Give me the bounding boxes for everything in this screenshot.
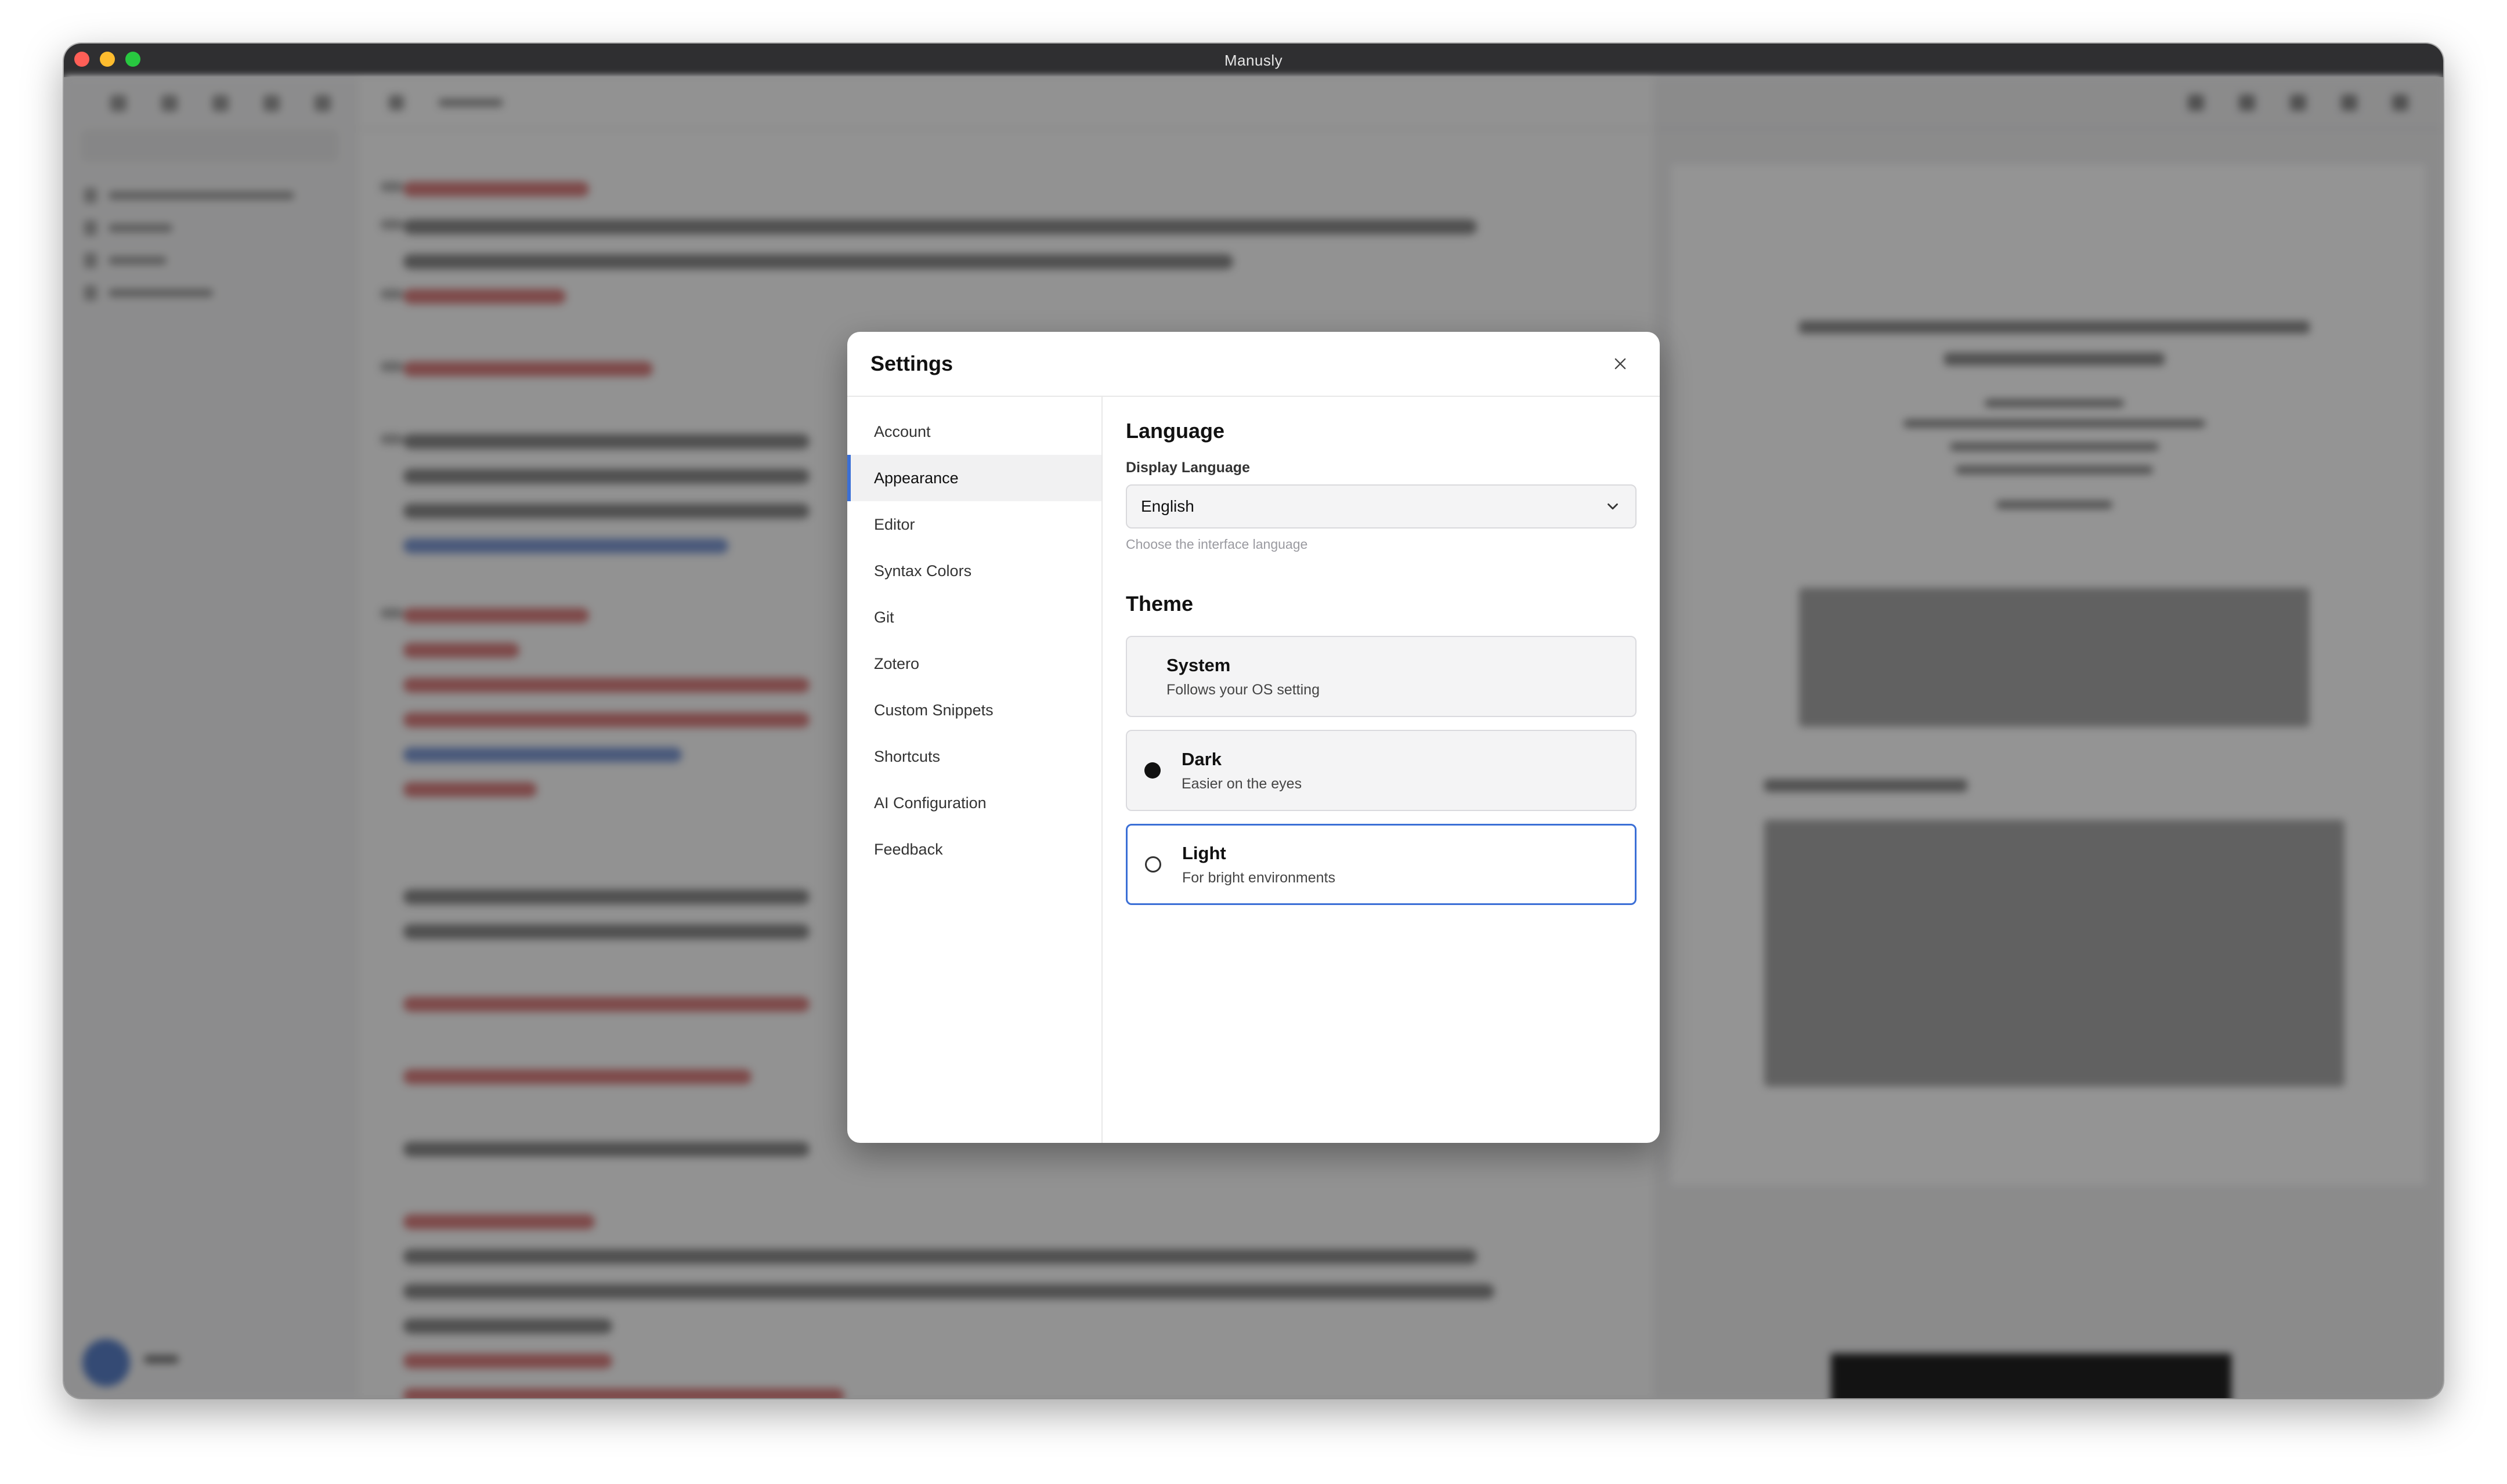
display-language-value: English [1141,497,1194,515]
theme-section-title: Theme [1126,592,1194,616]
settings-header: Settings [847,332,1660,397]
nav-item-appearance[interactable]: Appearance [847,455,1101,501]
nav-item-git[interactable]: Git [847,594,1101,640]
window-minimize-button[interactable] [100,52,115,67]
theme-option-description: For bright environments [1182,869,1336,886]
display-language-label: Display Language [1126,459,1250,476]
theme-radio-dark [1144,762,1161,779]
chevron-down-icon [1607,503,1618,510]
theme-option-name: Dark [1182,748,1222,769]
window-controls [74,52,140,67]
theme-option-description: Easier on the eyes [1182,775,1302,792]
nav-item-custom-snippets[interactable]: Custom Snippets [847,687,1101,733]
display-language-select[interactable]: English [1126,484,1637,529]
window-title: Manusly [1224,51,1283,69]
theme-option-name: Light [1182,842,1226,863]
nav-item-syntax-colors[interactable]: Syntax Colors [847,548,1101,594]
nav-item-account[interactable]: Account [847,408,1101,455]
theme-option-light[interactable]: Light For bright environments [1126,824,1637,905]
title-bar: Manusly [64,44,2443,77]
settings-nav: Account Appearance Editor Syntax Colors … [847,397,1103,1143]
settings-dialog: Settings Account Appearance Editor Synta… [847,332,1660,1143]
settings-title: Settings [870,352,953,375]
close-button[interactable] [1604,348,1637,380]
nav-item-zotero[interactable]: Zotero [847,640,1101,687]
language-hint: Choose the interface language [1126,537,1308,552]
nav-item-shortcuts[interactable]: Shortcuts [847,733,1101,780]
nav-item-editor[interactable]: Editor [847,501,1101,548]
theme-option-name: System [1166,654,1231,675]
nav-item-ai-configuration[interactable]: AI Configuration [847,780,1101,826]
theme-option-description: Follows your OS setting [1166,681,1320,698]
theme-radio-light [1145,856,1161,873]
language-section-title: Language [1126,419,1225,443]
theme-option-dark[interactable]: Dark Easier on the eyes [1126,730,1637,811]
window-close-button[interactable] [74,52,89,67]
close-icon [1614,358,1626,370]
theme-option-system[interactable]: System Follows your OS setting [1126,636,1637,717]
nav-item-feedback[interactable]: Feedback [847,826,1101,873]
window-maximize-button[interactable] [125,52,140,67]
appearance-panel: Language Display Language English Choose… [1103,397,1660,1143]
